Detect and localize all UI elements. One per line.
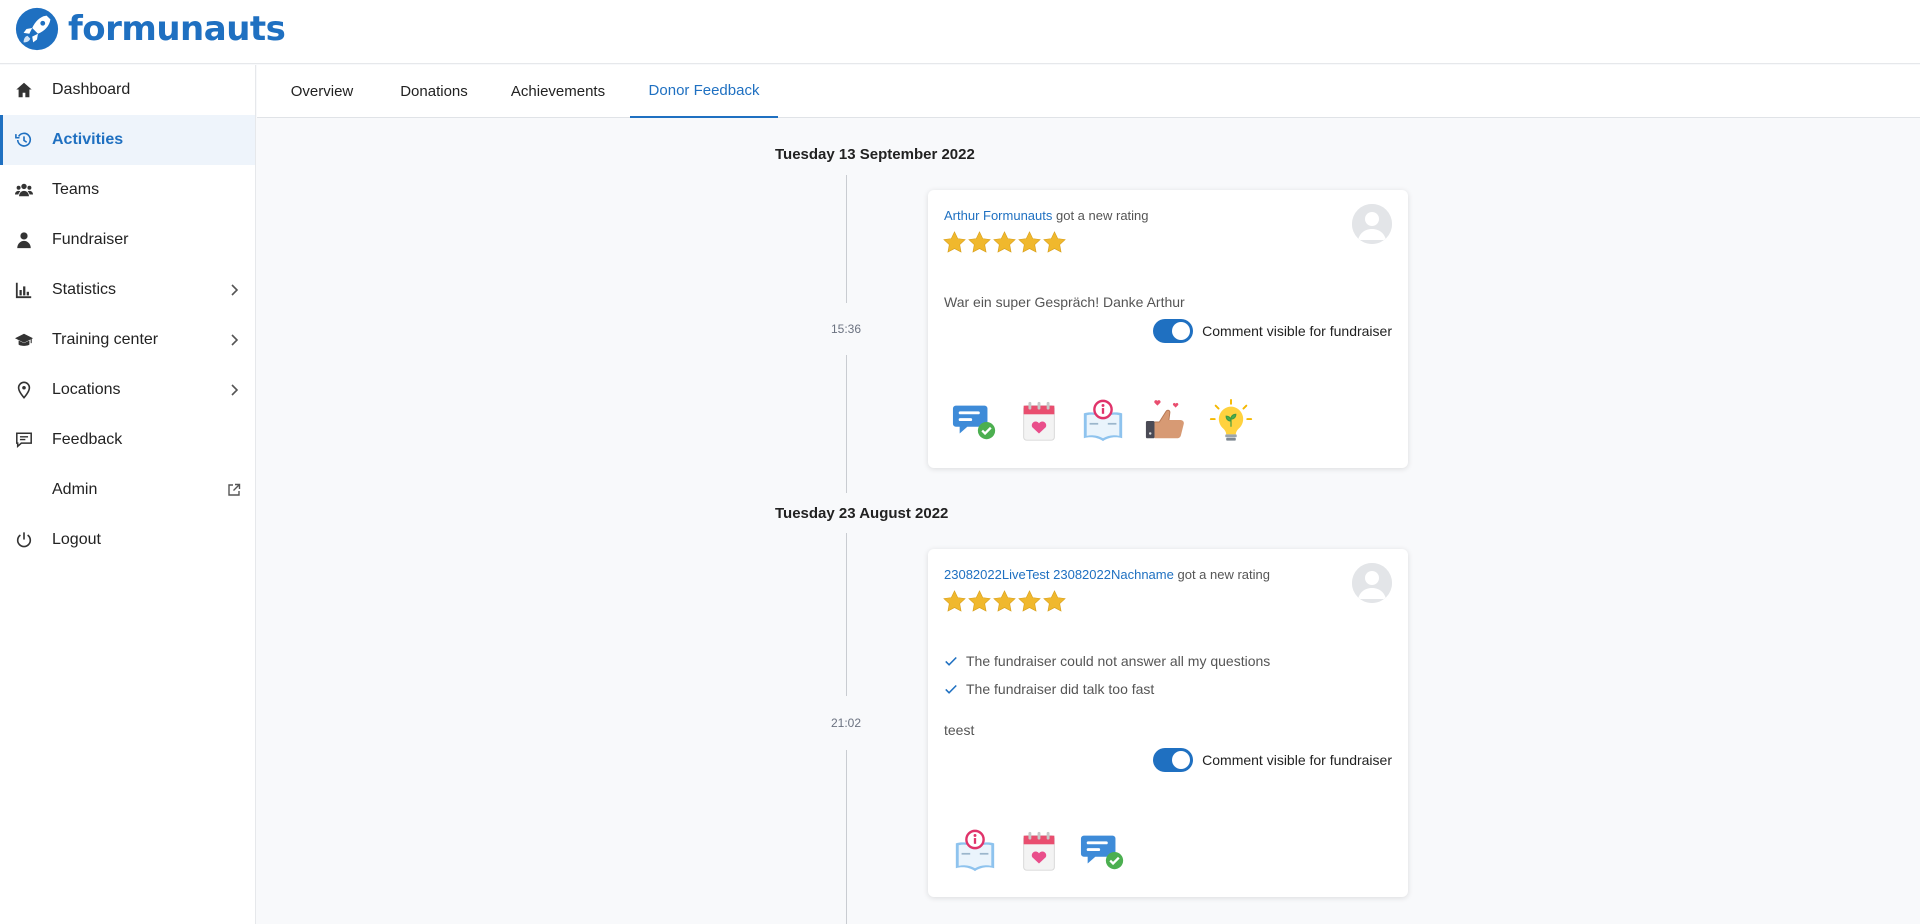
card-header: Arthur Formunauts got a new rating	[944, 208, 1149, 223]
sidebar-item-training-center[interactable]: Training center	[0, 315, 255, 365]
fundraiser-link[interactable]: 23082022LiveTest 23082022Nachname	[944, 567, 1174, 582]
comment-visibility-row: Comment visible for fundraiser	[1153, 748, 1392, 772]
sidebar-item-fundraiser[interactable]: Fundraiser	[0, 215, 255, 265]
comment-icon	[14, 430, 34, 450]
timeline-line	[846, 750, 847, 924]
tab-donations[interactable]: Donations	[384, 65, 484, 118]
reason-text: The fundraiser could not answer all my q…	[966, 653, 1271, 669]
thumbs-up-icon	[1144, 398, 1190, 444]
feed-time: 21:02	[830, 716, 862, 730]
tab-donor-feedback[interactable]: Donor Feedback	[630, 65, 778, 118]
sidebar-item-teams[interactable]: Teams	[0, 165, 255, 215]
star-icon	[942, 589, 967, 614]
sidebar-item-label: Training center	[52, 331, 159, 348]
feedback-card: 23082022LiveTest 23082022Nachname got a …	[928, 549, 1408, 897]
badge-list	[952, 828, 1144, 874]
calendar-heart-icon	[1016, 828, 1062, 874]
check-icon	[944, 682, 958, 696]
feed-date: Tuesday 13 September 2022	[775, 146, 975, 163]
star-rating	[942, 230, 1067, 255]
info-book-icon	[1080, 398, 1126, 444]
card-header: 23082022LiveTest 23082022Nachname got a …	[944, 567, 1270, 582]
feedback-card: Arthur Formunauts got a new rating War e…	[928, 190, 1408, 468]
map-pin-icon	[14, 380, 34, 400]
sidebar-item-label: Admin	[52, 481, 98, 498]
sidebar-item-label: Dashboard	[52, 81, 131, 98]
chevron-right-icon	[231, 334, 239, 346]
toggle-label: Comment visible for fundraiser	[1202, 752, 1392, 768]
sidebar-item-label: Statistics	[52, 281, 117, 298]
star-icon	[1042, 230, 1067, 255]
feed-time: 15:36	[830, 322, 862, 336]
sidebar-item-logout[interactable]: Logout	[0, 515, 255, 565]
sidebar-item-locations[interactable]: Locations	[0, 365, 255, 415]
sidebar: Dashboard Activities Teams Fundraiser St…	[0, 65, 256, 924]
star-icon	[1042, 589, 1067, 614]
fundraiser-link[interactable]: Arthur Formunauts	[944, 208, 1052, 223]
sidebar-item-dashboard[interactable]: Dashboard	[0, 65, 255, 115]
comment-visibility-toggle[interactable]	[1153, 319, 1194, 343]
chat-check-icon	[1080, 828, 1126, 874]
sidebar-item-label: Activities	[52, 131, 124, 148]
power-icon	[14, 530, 34, 550]
star-icon	[967, 230, 992, 255]
sidebar-item-label: Feedback	[52, 431, 123, 448]
chevron-right-icon	[231, 284, 239, 296]
star-icon	[1017, 589, 1042, 614]
logo[interactable]: formunauts	[14, 6, 286, 52]
timeline-line	[846, 175, 847, 303]
calendar-heart-icon	[1016, 398, 1062, 444]
sidebar-item-label: Fundraiser	[52, 231, 129, 248]
info-book-icon	[952, 828, 998, 874]
star-icon	[942, 230, 967, 255]
tab-overview[interactable]: Overview	[277, 65, 367, 118]
star-rating	[942, 589, 1067, 614]
timeline-line	[846, 533, 847, 696]
blank-icon	[14, 480, 34, 500]
avatar	[1352, 563, 1392, 603]
sidebar-item-label: Logout	[52, 531, 101, 548]
external-link-icon	[228, 483, 241, 496]
feed-date: Tuesday 23 August 2022	[775, 505, 949, 522]
reason-text: The fundraiser did talk too fast	[966, 681, 1155, 697]
star-icon	[992, 230, 1017, 255]
chevron-right-icon	[231, 384, 239, 396]
brand-name: formunauts	[68, 9, 286, 49]
card-action-text: got a new rating	[1177, 567, 1270, 582]
home-icon	[14, 80, 34, 100]
history-icon	[14, 130, 34, 150]
rocket-logo-icon	[15, 7, 59, 51]
graduation-cap-icon	[14, 330, 34, 350]
tab-achievements[interactable]: Achievements	[500, 65, 616, 118]
feedback-reason: The fundraiser did talk too fast	[944, 681, 1154, 697]
badge-list	[952, 398, 1272, 444]
feedback-comment: War ein super Gespräch! Danke Arthur	[944, 294, 1185, 310]
feedback-reason: The fundraiser could not answer all my q…	[944, 653, 1270, 669]
sidebar-item-label: Locations	[52, 381, 121, 398]
star-icon	[1017, 230, 1042, 255]
top-bar: formunauts	[0, 0, 1920, 64]
chat-check-icon	[952, 398, 998, 444]
toggle-label: Comment visible for fundraiser	[1202, 323, 1392, 339]
users-icon	[14, 180, 34, 200]
tab-bar: Overview Donations Achievements Donor Fe…	[257, 65, 1920, 118]
user-icon	[14, 230, 34, 250]
sidebar-item-label: Teams	[52, 181, 100, 198]
sidebar-item-admin[interactable]: Admin	[0, 465, 255, 515]
sidebar-item-activities[interactable]: Activities	[0, 115, 255, 165]
lightbulb-icon	[1208, 398, 1254, 444]
sidebar-item-feedback[interactable]: Feedback	[0, 415, 255, 465]
star-icon	[992, 589, 1017, 614]
star-icon	[967, 589, 992, 614]
feedback-comment: teest	[944, 722, 975, 738]
comment-visibility-toggle[interactable]	[1153, 748, 1194, 772]
bar-chart-icon	[14, 280, 34, 300]
sidebar-item-statistics[interactable]: Statistics	[0, 265, 255, 315]
timeline-line	[846, 355, 847, 493]
avatar	[1352, 204, 1392, 244]
check-icon	[944, 654, 958, 668]
comment-visibility-row: Comment visible for fundraiser	[1153, 319, 1392, 343]
card-action-text: got a new rating	[1056, 208, 1149, 223]
